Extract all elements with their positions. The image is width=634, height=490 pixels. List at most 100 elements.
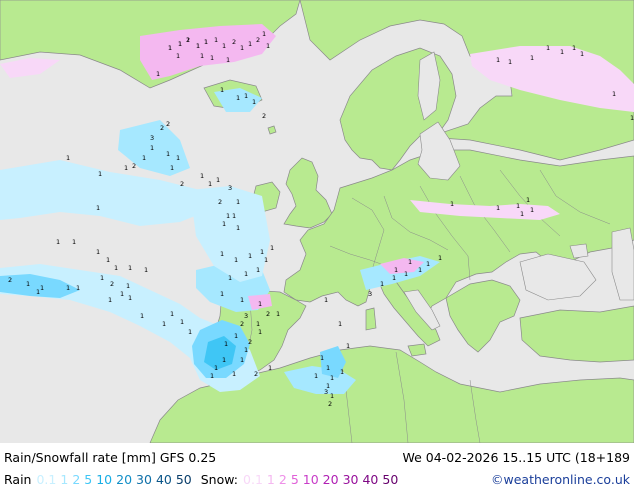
rate-marker: 1 (530, 206, 534, 214)
rate-marker: 1 (144, 266, 148, 274)
rate-marker: 1 (244, 270, 248, 278)
rate-marker: 1 (236, 198, 240, 206)
rate-marker: 1 (114, 264, 118, 272)
rate-marker: 2 (256, 36, 260, 44)
rate-marker: 1 (228, 274, 232, 282)
valid-datetime: We 04-02-2026 15..15 UTC (18+189 (402, 450, 630, 465)
rate-marker: 1 (572, 44, 576, 52)
rain-legend-value: 0.1 (36, 472, 57, 487)
map-footer: Rain/Snowfall rate [mm] GFS 0.25 We 04-0… (0, 443, 634, 490)
rain-legend-value: 10 (96, 472, 113, 487)
rain-legend-label: Rain (4, 472, 32, 487)
rate-marker: 2 (262, 112, 266, 120)
rate-marker: 1 (96, 204, 100, 212)
rate-marker: 1 (188, 328, 192, 336)
rate-marker: 1 (162, 320, 166, 328)
precipitation-map: 1121111211211111111111211111111123221111… (0, 0, 634, 443)
rate-marker: 1 (236, 224, 240, 232)
rate-marker: 2 (232, 38, 236, 46)
rate-marker: 1 (276, 310, 280, 318)
rate-marker: 1 (150, 144, 154, 152)
rate-marker: 1 (40, 284, 44, 292)
rate-marker: 1 (258, 328, 262, 336)
rate-marker: 1 (196, 42, 200, 50)
rate-marker: 1 (256, 320, 260, 328)
rate-marker: 2 (328, 400, 332, 408)
rate-marker: 1 (260, 248, 264, 256)
snow-legend-value: 0.1 (243, 472, 263, 487)
rain-legend-value: 20 (116, 472, 133, 487)
rate-marker: 1 (408, 258, 412, 266)
rain-legend-value: 50 (175, 472, 192, 487)
rate-marker: 1 (76, 284, 80, 292)
rate-marker: 1 (266, 42, 270, 50)
snow-legend-value: 10 (302, 472, 319, 487)
rate-marker: 1 (234, 332, 238, 340)
rate-marker: 1 (526, 196, 530, 204)
rate-marker: 1 (222, 220, 226, 228)
legend: Rain 0.1 1 2 5 10 20 30 40 50 Snow: 0.1 1 2 5 10 20 30 40 5… (4, 472, 407, 487)
rate-marker: 1 (170, 164, 174, 172)
rate-marker: 2 (180, 180, 184, 188)
rate-marker: 1 (256, 266, 260, 274)
rate-marker: 1 (450, 200, 454, 208)
rate-marker: 1 (120, 290, 124, 298)
land-sardinia (365, 307, 377, 331)
rain-legend-value: 30 (136, 472, 152, 487)
rate-marker: 1 (170, 310, 174, 318)
rate-marker: 1 (496, 56, 500, 64)
rate-marker: 1 (418, 266, 422, 274)
rate-marker: 1 (72, 238, 76, 246)
rate-marker: 1 (380, 280, 384, 288)
rate-marker: 1 (208, 180, 212, 188)
rate-marker: 1 (232, 212, 236, 220)
rate-marker: 1 (128, 294, 132, 302)
rate-marker: 3 (244, 312, 248, 320)
rate-marker: 1 (338, 320, 342, 328)
rate-marker: 1 (96, 248, 100, 256)
rate-marker: 1 (232, 370, 236, 378)
snow-legend-scale: 0.1 1 2 5 10 20 30 40 50 (243, 472, 402, 487)
rate-marker: 1 (126, 282, 130, 290)
rate-marker: 2 (166, 120, 170, 128)
rain-legend-value: 2 (72, 472, 81, 487)
rate-marker: 1 (324, 296, 328, 304)
rate-marker: 1 (270, 244, 274, 252)
rate-marker: 1 (248, 252, 252, 260)
rate-marker: 1 (222, 42, 226, 50)
rate-marker: 1 (630, 114, 634, 122)
rate-marker: 1 (220, 86, 224, 94)
credit-link[interactable]: ©weatheronline.co.uk (491, 472, 630, 487)
rate-marker: 2 (8, 276, 12, 284)
rate-marker: 1 (330, 374, 334, 382)
rate-marker: 1 (142, 154, 146, 162)
rate-marker: 1 (264, 256, 268, 264)
rate-marker: 1 (176, 52, 180, 60)
rate-marker: 1 (106, 256, 110, 264)
snow-legend-value: 50 (382, 472, 399, 487)
rain-legend-value: 1 (60, 472, 69, 487)
rate-marker: 1 (156, 70, 160, 78)
rate-marker: 1 (180, 318, 184, 326)
rate-marker: 1 (140, 312, 144, 320)
rate-marker: 2 (266, 310, 270, 318)
rate-marker: 1 (200, 172, 204, 180)
rate-marker: 1 (340, 368, 344, 376)
rate-marker: 3 (324, 388, 328, 396)
rate-marker: 1 (520, 210, 524, 218)
rate-marker: 1 (516, 202, 520, 210)
snow-legend-value: 2 (278, 472, 287, 487)
rate-marker: 1 (210, 54, 214, 62)
rate-marker: 1 (262, 30, 266, 38)
snow-legend-value: 5 (290, 472, 299, 487)
rain-legend-scale: 0.1 1 2 5 10 20 30 40 50 (36, 472, 195, 487)
rate-marker: 1 (392, 274, 396, 282)
rate-marker: 1 (508, 58, 512, 66)
rate-marker: 1 (186, 36, 190, 44)
rate-marker: 1 (236, 94, 240, 102)
rate-marker: 1 (314, 372, 318, 380)
land-turkey (519, 305, 634, 363)
rate-marker: 1 (98, 170, 102, 178)
rate-marker: 1 (220, 290, 224, 298)
rate-marker: 1 (226, 212, 230, 220)
